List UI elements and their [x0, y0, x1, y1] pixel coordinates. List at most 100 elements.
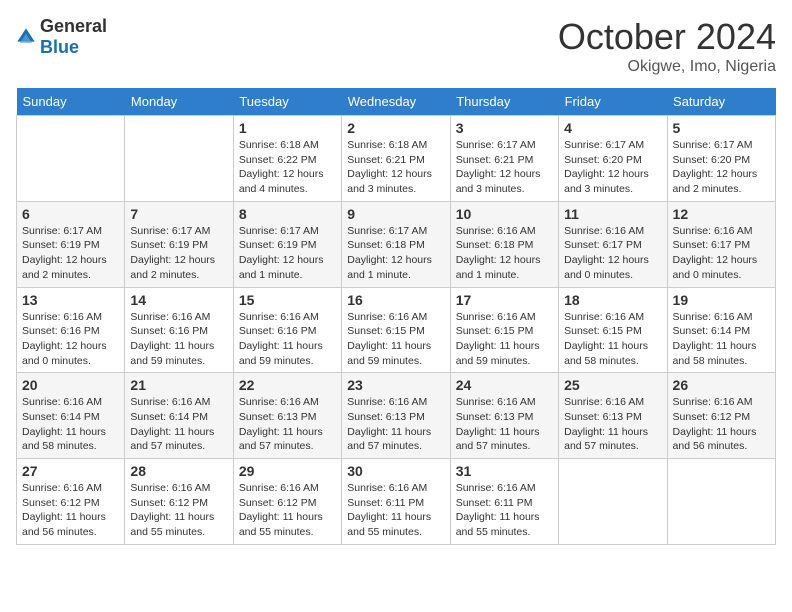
- day-info: Sunrise: 6:16 AM Sunset: 6:13 PM Dayligh…: [347, 395, 444, 454]
- day-number: 24: [456, 377, 553, 393]
- day-number: 13: [22, 292, 119, 308]
- day-cell: 17 Sunrise: 6:16 AM Sunset: 6:15 PM Dayli…: [450, 287, 558, 373]
- day-info: Sunrise: 6:16 AM Sunset: 6:16 PM Dayligh…: [22, 310, 119, 369]
- day-number: 28: [130, 463, 227, 479]
- day-cell: 10Sunrise: 6:16 AM Sunset: 6:18 PM Dayli…: [450, 201, 558, 287]
- day-info: Sunrise: 6:16 AM Sunset: 6:16 PM Dayligh…: [239, 310, 336, 369]
- day-info: Sunrise: 6:16 AM Sunset: 6:15 PM Dayligh…: [347, 310, 444, 369]
- day-number: 27: [22, 463, 119, 479]
- day-cell: 15 Sunrise: 6:16 AM Sunset: 6:16 PM Dayli…: [233, 287, 341, 373]
- day-number: 23: [347, 377, 444, 393]
- title-block: October 2024 Okigwe, Imo, Nigeria: [558, 16, 776, 76]
- day-cell: [17, 116, 125, 202]
- day-number: 8: [239, 206, 336, 222]
- day-cell: 28 Sunrise: 6:16 AM Sunset: 6:12 PM Dayli…: [125, 459, 233, 545]
- day-info: Sunrise: 6:17 AM Sunset: 6:18 PM Dayligh…: [347, 224, 444, 283]
- day-cell: 7Sunrise: 6:17 AM Sunset: 6:19 PM Daylig…: [125, 201, 233, 287]
- day-cell: 19Sunrise: 6:16 AM Sunset: 6:14 PM Dayli…: [667, 287, 775, 373]
- day-cell: 18 Sunrise: 6:16 AM Sunset: 6:15 PM Dayli…: [559, 287, 667, 373]
- day-info: Sunrise: 6:17 AM Sunset: 6:21 PM Dayligh…: [456, 138, 553, 197]
- day-number: 16: [347, 292, 444, 308]
- day-number: 1: [239, 120, 336, 136]
- week-row-1: 1Sunrise: 6:18 AM Sunset: 6:22 PM Daylig…: [17, 116, 776, 202]
- day-number: 6: [22, 206, 119, 222]
- day-cell: 4Sunrise: 6:17 AM Sunset: 6:20 PM Daylig…: [559, 116, 667, 202]
- day-info: Sunrise: 6:17 AM Sunset: 6:20 PM Dayligh…: [673, 138, 770, 197]
- col-header-monday: Monday: [125, 88, 233, 116]
- day-cell: 27 Sunrise: 6:16 AM Sunset: 6:12 PM Dayli…: [17, 459, 125, 545]
- week-row-5: 27 Sunrise: 6:16 AM Sunset: 6:12 PM Dayli…: [17, 459, 776, 545]
- day-info: Sunrise: 6:16 AM Sunset: 6:18 PM Dayligh…: [456, 224, 553, 283]
- day-cell: 13 Sunrise: 6:16 AM Sunset: 6:16 PM Dayli…: [17, 287, 125, 373]
- day-cell: 22 Sunrise: 6:16 AM Sunset: 6:13 PM Dayli…: [233, 373, 341, 459]
- day-info: Sunrise: 6:16 AM Sunset: 6:15 PM Dayligh…: [564, 310, 661, 369]
- day-info: Sunrise: 6:16 AM Sunset: 6:14 PM Dayligh…: [673, 310, 770, 369]
- day-cell: 16 Sunrise: 6:16 AM Sunset: 6:15 PM Dayli…: [342, 287, 450, 373]
- day-number: 11: [564, 206, 661, 222]
- logo-text: General Blue: [40, 16, 107, 58]
- day-cell: 8 Sunrise: 6:17 AM Sunset: 6:19 PM Daylig…: [233, 201, 341, 287]
- day-cell: 30 Sunrise: 6:16 AM Sunset: 6:11 PM Dayli…: [342, 459, 450, 545]
- day-cell: 12 Sunrise: 6:16 AM Sunset: 6:17 PM Dayli…: [667, 201, 775, 287]
- logo-icon: [16, 27, 36, 47]
- location-title: Okigwe, Imo, Nigeria: [558, 58, 776, 76]
- month-title: October 2024: [558, 16, 776, 58]
- logo-blue: Blue: [40, 37, 79, 57]
- day-info: Sunrise: 6:16 AM Sunset: 6:14 PM Dayligh…: [130, 395, 227, 454]
- day-info: Sunrise: 6:16 AM Sunset: 6:12 PM Dayligh…: [239, 481, 336, 540]
- day-number: 9: [347, 206, 444, 222]
- day-info: Sunrise: 6:16 AM Sunset: 6:12 PM Dayligh…: [130, 481, 227, 540]
- day-cell: 31 Sunrise: 6:16 AM Sunset: 6:11 PM Dayli…: [450, 459, 558, 545]
- day-info: Sunrise: 6:17 AM Sunset: 6:19 PM Dayligh…: [22, 224, 119, 283]
- header-row: SundayMondayTuesdayWednesdayThursdayFrid…: [17, 88, 776, 116]
- day-cell: [559, 459, 667, 545]
- day-number: 31: [456, 463, 553, 479]
- day-cell: 6 Sunrise: 6:17 AM Sunset: 6:19 PM Daylig…: [17, 201, 125, 287]
- col-header-sunday: Sunday: [17, 88, 125, 116]
- day-cell: 20Sunrise: 6:16 AM Sunset: 6:14 PM Dayli…: [17, 373, 125, 459]
- day-number: 5: [673, 120, 770, 136]
- day-number: 17: [456, 292, 553, 308]
- day-info: Sunrise: 6:16 AM Sunset: 6:17 PM Dayligh…: [564, 224, 661, 283]
- col-header-friday: Friday: [559, 88, 667, 116]
- day-number: 2: [347, 120, 444, 136]
- day-number: 21: [130, 377, 227, 393]
- day-info: Sunrise: 6:17 AM Sunset: 6:19 PM Dayligh…: [239, 224, 336, 283]
- day-number: 22: [239, 377, 336, 393]
- day-cell: 29 Sunrise: 6:16 AM Sunset: 6:12 PM Dayli…: [233, 459, 341, 545]
- day-info: Sunrise: 6:16 AM Sunset: 6:12 PM Dayligh…: [22, 481, 119, 540]
- day-info: Sunrise: 6:16 AM Sunset: 6:17 PM Dayligh…: [673, 224, 770, 283]
- day-info: Sunrise: 6:16 AM Sunset: 6:12 PM Dayligh…: [673, 395, 770, 454]
- day-info: Sunrise: 6:16 AM Sunset: 6:13 PM Dayligh…: [239, 395, 336, 454]
- day-info: Sunrise: 6:16 AM Sunset: 6:13 PM Dayligh…: [456, 395, 553, 454]
- day-number: 12: [673, 206, 770, 222]
- col-header-wednesday: Wednesday: [342, 88, 450, 116]
- day-number: 3: [456, 120, 553, 136]
- logo: General Blue: [16, 16, 107, 58]
- day-info: Sunrise: 6:16 AM Sunset: 6:11 PM Dayligh…: [456, 481, 553, 540]
- day-info: Sunrise: 6:16 AM Sunset: 6:15 PM Dayligh…: [456, 310, 553, 369]
- day-number: 25: [564, 377, 661, 393]
- col-header-thursday: Thursday: [450, 88, 558, 116]
- day-info: Sunrise: 6:17 AM Sunset: 6:20 PM Dayligh…: [564, 138, 661, 197]
- day-info: Sunrise: 6:16 AM Sunset: 6:14 PM Dayligh…: [22, 395, 119, 454]
- day-cell: 26 Sunrise: 6:16 AM Sunset: 6:12 PM Dayli…: [667, 373, 775, 459]
- week-row-4: 20Sunrise: 6:16 AM Sunset: 6:14 PM Dayli…: [17, 373, 776, 459]
- day-cell: 9 Sunrise: 6:17 AM Sunset: 6:18 PM Daylig…: [342, 201, 450, 287]
- day-info: Sunrise: 6:16 AM Sunset: 6:11 PM Dayligh…: [347, 481, 444, 540]
- day-cell: [667, 459, 775, 545]
- day-number: 26: [673, 377, 770, 393]
- day-number: 18: [564, 292, 661, 308]
- day-number: 29: [239, 463, 336, 479]
- day-info: Sunrise: 6:18 AM Sunset: 6:21 PM Dayligh…: [347, 138, 444, 197]
- day-cell: 11 Sunrise: 6:16 AM Sunset: 6:17 PM Dayli…: [559, 201, 667, 287]
- day-number: 15: [239, 292, 336, 308]
- day-number: 30: [347, 463, 444, 479]
- logo-general: General: [40, 16, 107, 36]
- day-cell: 1Sunrise: 6:18 AM Sunset: 6:22 PM Daylig…: [233, 116, 341, 202]
- day-number: 7: [130, 206, 227, 222]
- week-row-3: 13 Sunrise: 6:16 AM Sunset: 6:16 PM Dayli…: [17, 287, 776, 373]
- day-cell: 5 Sunrise: 6:17 AM Sunset: 6:20 PM Daylig…: [667, 116, 775, 202]
- day-number: 14: [130, 292, 227, 308]
- col-header-saturday: Saturday: [667, 88, 775, 116]
